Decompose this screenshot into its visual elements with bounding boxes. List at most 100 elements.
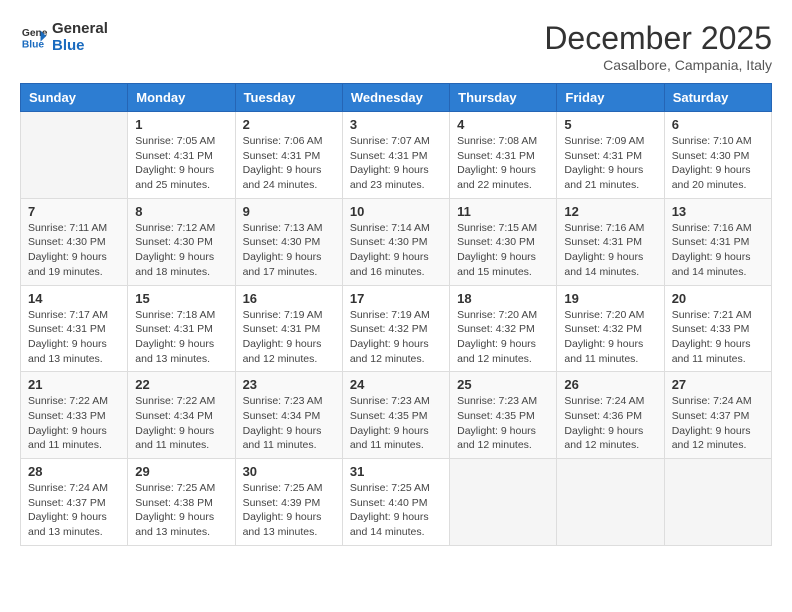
calendar-cell: 16Sunrise: 7:19 AMSunset: 4:31 PMDayligh… [235, 285, 342, 372]
location: Casalbore, Campania, Italy [544, 57, 772, 73]
day-info: Sunrise: 7:24 AMSunset: 4:37 PMDaylight:… [672, 394, 764, 453]
calendar-cell: 27 Sunrise: 7:24 AMSunset: 4:37 PMDayligh… [664, 372, 771, 459]
day-number: 21 [28, 377, 120, 392]
day-number: 11 [457, 204, 549, 219]
day-info: Sunrise: 7:15 AMSunset: 4:30 PMDaylight:… [457, 221, 549, 280]
day-info: Sunrise: 7:16 AMSunset: 4:31 PMDaylight:… [564, 221, 656, 280]
day-number: 28 [28, 464, 120, 479]
day-info: Sunrise: 7:13 AMSunset: 4:30 PMDaylight:… [243, 221, 335, 280]
calendar-cell: 30 Sunrise: 7:25 AMSunset: 4:39 PMDayligh… [235, 459, 342, 546]
day-number: 18 [457, 291, 549, 306]
calendar-cell: 19 Sunrise: 7:20 AMSunset: 4:32 PMDayligh… [557, 285, 664, 372]
calendar-week-row: 21 Sunrise: 7:22 AMSunset: 4:33 PMDayligh… [21, 372, 772, 459]
logo-line2: Blue [52, 37, 108, 54]
weekday-header-cell: Monday [128, 84, 235, 112]
calendar-cell: 17 Sunrise: 7:19 AMSunset: 4:32 PMDayligh… [342, 285, 449, 372]
day-info: Sunrise: 7:20 AMSunset: 4:32 PMDaylight:… [564, 308, 656, 367]
day-number: 5 [564, 117, 656, 132]
month-title: December 2025 [544, 20, 772, 57]
day-number: 23 [243, 377, 335, 392]
calendar-cell: 5 Sunrise: 7:09 AMSunset: 4:31 PMDaylight… [557, 112, 664, 199]
day-number: 27 [672, 377, 764, 392]
day-number: 22 [135, 377, 227, 392]
day-number: 12 [564, 204, 656, 219]
day-number: 30 [243, 464, 335, 479]
logo-line1: General [52, 20, 108, 37]
weekday-header-cell: Thursday [450, 84, 557, 112]
day-number: 8 [135, 204, 227, 219]
calendar-cell: 9 Sunrise: 7:13 AMSunset: 4:30 PMDaylight… [235, 198, 342, 285]
day-number: 24 [350, 377, 442, 392]
calendar-week-row: 28 Sunrise: 7:24 AMSunset: 4:37 PMDayligh… [21, 459, 772, 546]
calendar-cell: 11 Sunrise: 7:15 AMSunset: 4:30 PMDayligh… [450, 198, 557, 285]
day-number: 16 [243, 291, 335, 306]
day-info: Sunrise: 7:25 AMSunset: 4:38 PMDaylight:… [135, 481, 227, 540]
day-number: 17 [350, 291, 442, 306]
day-info: Sunrise: 7:12 AMSunset: 4:30 PMDaylight:… [135, 221, 227, 280]
day-info: Sunrise: 7:17 AMSunset: 4:31 PMDaylight:… [28, 308, 120, 367]
calendar-cell: 13 Sunrise: 7:16 AMSunset: 4:31 PMDayligh… [664, 198, 771, 285]
day-info: Sunrise: 7:16 AMSunset: 4:31 PMDaylight:… [672, 221, 764, 280]
day-info: Sunrise: 7:22 AMSunset: 4:33 PMDaylight:… [28, 394, 120, 453]
day-info: Sunrise: 7:20 AMSunset: 4:32 PMDaylight:… [457, 308, 549, 367]
calendar-cell: 31Sunrise: 7:25 AMSunset: 4:40 PMDayligh… [342, 459, 449, 546]
day-info: Sunrise: 7:22 AMSunset: 4:34 PMDaylight:… [135, 394, 227, 453]
day-number: 13 [672, 204, 764, 219]
day-number: 6 [672, 117, 764, 132]
calendar: SundayMondayTuesdayWednesdayThursdayFrid… [20, 83, 772, 546]
day-info: Sunrise: 7:05 AMSunset: 4:31 PMDaylight:… [135, 134, 227, 193]
calendar-cell: 8 Sunrise: 7:12 AMSunset: 4:30 PMDaylight… [128, 198, 235, 285]
calendar-cell: 2Sunrise: 7:06 AMSunset: 4:31 PMDaylight… [235, 112, 342, 199]
calendar-cell: 23 Sunrise: 7:23 AMSunset: 4:34 PMDayligh… [235, 372, 342, 459]
day-info: Sunrise: 7:09 AMSunset: 4:31 PMDaylight:… [564, 134, 656, 193]
day-number: 10 [350, 204, 442, 219]
weekday-header-cell: Tuesday [235, 84, 342, 112]
day-number: 1 [135, 117, 227, 132]
calendar-cell: 12 Sunrise: 7:16 AMSunset: 4:31 PMDayligh… [557, 198, 664, 285]
calendar-cell: 29 Sunrise: 7:25 AMSunset: 4:38 PMDayligh… [128, 459, 235, 546]
weekday-header-row: SundayMondayTuesdayWednesdayThursdayFrid… [21, 84, 772, 112]
day-info: Sunrise: 7:25 AMSunset: 4:39 PMDaylight:… [243, 481, 335, 540]
day-number: 19 [564, 291, 656, 306]
calendar-body: 1 Sunrise: 7:05 AMSunset: 4:31 PMDaylight… [21, 112, 772, 546]
day-number: 9 [243, 204, 335, 219]
calendar-cell: 21 Sunrise: 7:22 AMSunset: 4:33 PMDayligh… [21, 372, 128, 459]
day-info: Sunrise: 7:14 AMSunset: 4:30 PMDaylight:… [350, 221, 442, 280]
day-info: Sunrise: 7:23 AMSunset: 4:34 PMDaylight:… [243, 394, 335, 453]
day-number: 15 [135, 291, 227, 306]
calendar-cell [664, 459, 771, 546]
logo: General Blue General Blue [20, 20, 108, 55]
day-number: 4 [457, 117, 549, 132]
logo-icon: General Blue [20, 23, 48, 51]
calendar-cell: 10 Sunrise: 7:14 AMSunset: 4:30 PMDayligh… [342, 198, 449, 285]
calendar-week-row: 7Sunrise: 7:11 AMSunset: 4:30 PMDaylight… [21, 198, 772, 285]
calendar-cell: 7Sunrise: 7:11 AMSunset: 4:30 PMDaylight… [21, 198, 128, 285]
day-info: Sunrise: 7:23 AMSunset: 4:35 PMDaylight:… [457, 394, 549, 453]
day-info: Sunrise: 7:21 AMSunset: 4:33 PMDaylight:… [672, 308, 764, 367]
day-number: 31 [350, 464, 442, 479]
day-info: Sunrise: 7:19 AMSunset: 4:32 PMDaylight:… [350, 308, 442, 367]
calendar-cell: 26 Sunrise: 7:24 AMSunset: 4:36 PMDayligh… [557, 372, 664, 459]
day-number: 2 [243, 117, 335, 132]
calendar-cell: 3Sunrise: 7:07 AMSunset: 4:31 PMDaylight… [342, 112, 449, 199]
day-info: Sunrise: 7:24 AMSunset: 4:36 PMDaylight:… [564, 394, 656, 453]
weekday-header-cell: Wednesday [342, 84, 449, 112]
page-header: General Blue General Blue December 2025 … [20, 20, 772, 73]
day-number: 20 [672, 291, 764, 306]
day-info: Sunrise: 7:24 AMSunset: 4:37 PMDaylight:… [28, 481, 120, 540]
calendar-cell [557, 459, 664, 546]
day-number: 26 [564, 377, 656, 392]
day-number: 3 [350, 117, 442, 132]
calendar-cell: 20 Sunrise: 7:21 AMSunset: 4:33 PMDayligh… [664, 285, 771, 372]
day-info: Sunrise: 7:18 AMSunset: 4:31 PMDaylight:… [135, 308, 227, 367]
calendar-cell: 4 Sunrise: 7:08 AMSunset: 4:31 PMDaylight… [450, 112, 557, 199]
day-info: Sunrise: 7:08 AMSunset: 4:31 PMDaylight:… [457, 134, 549, 193]
calendar-cell: 15 Sunrise: 7:18 AMSunset: 4:31 PMDayligh… [128, 285, 235, 372]
calendar-cell: 6Sunrise: 7:10 AMSunset: 4:30 PMDaylight… [664, 112, 771, 199]
calendar-week-row: 14Sunrise: 7:17 AMSunset: 4:31 PMDayligh… [21, 285, 772, 372]
calendar-cell: 14Sunrise: 7:17 AMSunset: 4:31 PMDayligh… [21, 285, 128, 372]
title-block: December 2025 Casalbore, Campania, Italy [544, 20, 772, 73]
calendar-cell [21, 112, 128, 199]
calendar-cell: 28 Sunrise: 7:24 AMSunset: 4:37 PMDayligh… [21, 459, 128, 546]
day-number: 29 [135, 464, 227, 479]
